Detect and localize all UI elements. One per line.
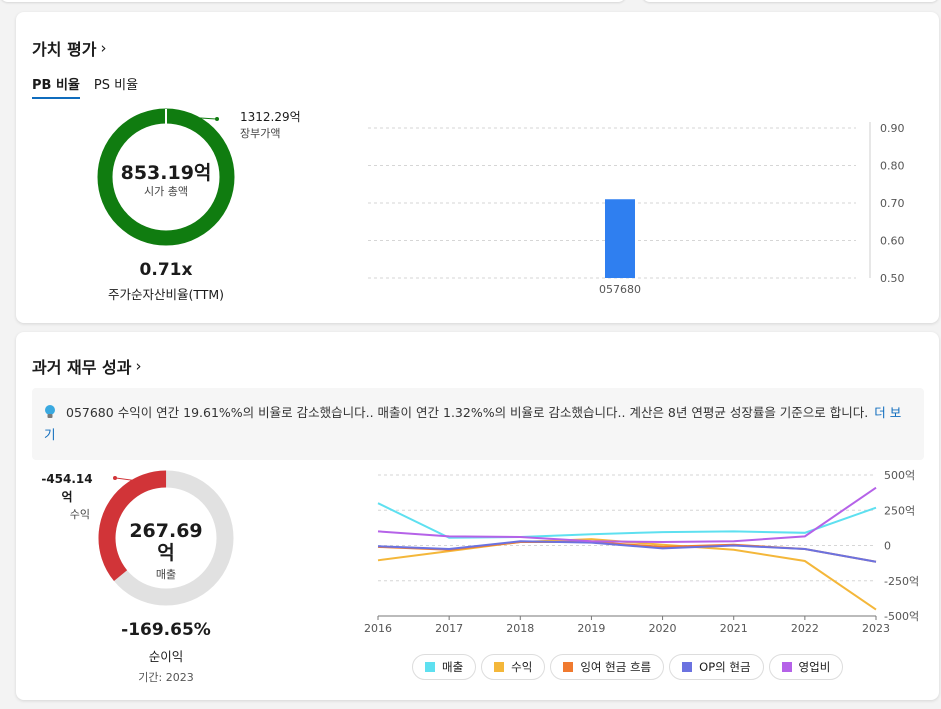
x-tick-label: 057680	[599, 283, 641, 296]
net-margin-label: 순이익	[148, 649, 184, 664]
valuation-card: 가치 평가 › PB 비율 PS 비율 853.19억 시가 총액 1312.2…	[16, 12, 939, 323]
callout-dot	[215, 117, 219, 121]
market-cap-value: 853.19억	[120, 162, 212, 184]
valuation-title-text: 가치 평가	[32, 40, 97, 59]
financial-line-chart: 500억250억0-250억-500억2016 2017 2018 2019 2020 2…	[364, 469, 919, 635]
legend-item-operating-expense[interactable]: 영업비	[768, 654, 844, 680]
legend-swatch	[494, 662, 505, 672]
book-value-label: 장부가액	[240, 127, 281, 140]
revenue-center: 267.69 억 매출	[116, 520, 216, 586]
legend-item-revenue[interactable]: 매출	[412, 654, 477, 680]
y-tick-label: 0.90	[880, 122, 905, 135]
previous-card-fragment	[642, 0, 939, 2]
bar-057680[interactable]	[605, 199, 635, 278]
profit-callout: -454.14 억 수익	[36, 470, 98, 524]
valuation-title[interactable]: 가치 평가 ›	[32, 36, 106, 60]
legend-label: 영업비	[798, 660, 831, 674]
revenue-label: 매출	[155, 568, 177, 581]
x-tick-label: 2023	[862, 622, 890, 635]
y-tick-label: 0.70	[880, 197, 905, 210]
donut-center: 853.19억 시가 총액	[111, 158, 221, 199]
chevron-right-icon: ›	[100, 39, 107, 57]
legend-swatch	[682, 662, 693, 672]
legend-swatch	[563, 662, 574, 672]
revenue-unit: 억	[157, 542, 175, 564]
y-tick-label: 0.60	[880, 235, 905, 248]
lightbulb-icon	[45, 405, 55, 418]
pb-bar-chart: 0.90 0.80 0.70 0.60 0.50 057680	[368, 122, 905, 296]
y-tick-label: -250억	[884, 575, 919, 588]
previous-card-fragment	[0, 0, 626, 2]
legend-item-free-cash-flow[interactable]: 잉여 현금 흐름	[550, 654, 665, 680]
book-value-callout: 1312.29억 장부가액	[240, 108, 301, 141]
x-tick-label: 2016	[364, 622, 392, 635]
x-tick-label: 2020	[649, 622, 677, 635]
x-tick-label: 2021	[720, 622, 748, 635]
legend-label: OP의 현금	[699, 660, 751, 674]
profit-unit: 억	[61, 490, 73, 504]
ratio-tabs: PB 비율 PS 비율	[32, 74, 138, 99]
profit-value: -454.14	[41, 472, 93, 486]
pb-ratio-label: 주가순자산비율(TTM)	[107, 287, 225, 302]
y-tick-label: 0.50	[880, 272, 905, 285]
period-label: 기간: 2023	[138, 671, 194, 684]
performance-title-text: 과거 재무 성과	[32, 358, 132, 377]
callout-dot	[113, 476, 117, 480]
y-tick-label: 0.80	[880, 160, 905, 173]
tab-ps-ratio[interactable]: PS 비율	[94, 74, 138, 99]
pb-ratio-value: 0.71x	[139, 260, 193, 280]
net-margin-block: -169.65% 순이익 기간: 2023	[86, 620, 246, 685]
x-tick-label: 2017	[435, 622, 463, 635]
performance-title[interactable]: 과거 재무 성과 ›	[32, 354, 141, 378]
legend-item-profit[interactable]: 수익	[481, 654, 546, 680]
book-value: 1312.29억	[240, 110, 301, 124]
chart-legend: 매출 수익 잉여 현금 흐름 OP의 현금 영업비	[412, 654, 844, 680]
y-tick-label: 0	[884, 540, 891, 553]
profit-label: 수익	[69, 508, 90, 521]
legend-label: 수익	[511, 660, 533, 674]
chevron-right-icon: ›	[135, 357, 142, 375]
y-tick-label: 500억	[884, 469, 915, 482]
revenue-value: 267.69	[129, 520, 203, 542]
tab-pb-ratio[interactable]: PB 비율	[32, 74, 80, 99]
legend-label: 잉여 현금 흐름	[580, 660, 652, 674]
info-box: 057680 수익이 연간 19.61%%의 비율로 감소했습니다.. 매출이 …	[32, 388, 924, 460]
legend-swatch	[425, 662, 435, 672]
net-margin-value: -169.65%	[121, 620, 211, 640]
pb-ratio-block: 0.71x 주가순자산비율(TTM)	[76, 260, 256, 303]
legend-item-operating-cash[interactable]: OP의 현금	[669, 654, 764, 680]
performance-card: 과거 재무 성과 › 057680 수익이 연간 19.61%%의 비율로 감소…	[16, 332, 939, 700]
market-cap-label: 시가 총액	[144, 185, 188, 198]
series-line-매출[interactable]	[377, 502, 877, 539]
legend-label: 매출	[442, 660, 464, 674]
info-text: 057680 수익이 연간 19.61%%의 비율로 감소했습니다.. 매출이 …	[66, 405, 869, 420]
legend-swatch	[781, 662, 792, 672]
x-tick-label: 2019	[577, 622, 605, 635]
x-tick-label: 2022	[791, 622, 819, 635]
y-tick-label: 250억	[884, 504, 915, 517]
x-tick-label: 2018	[506, 622, 534, 635]
